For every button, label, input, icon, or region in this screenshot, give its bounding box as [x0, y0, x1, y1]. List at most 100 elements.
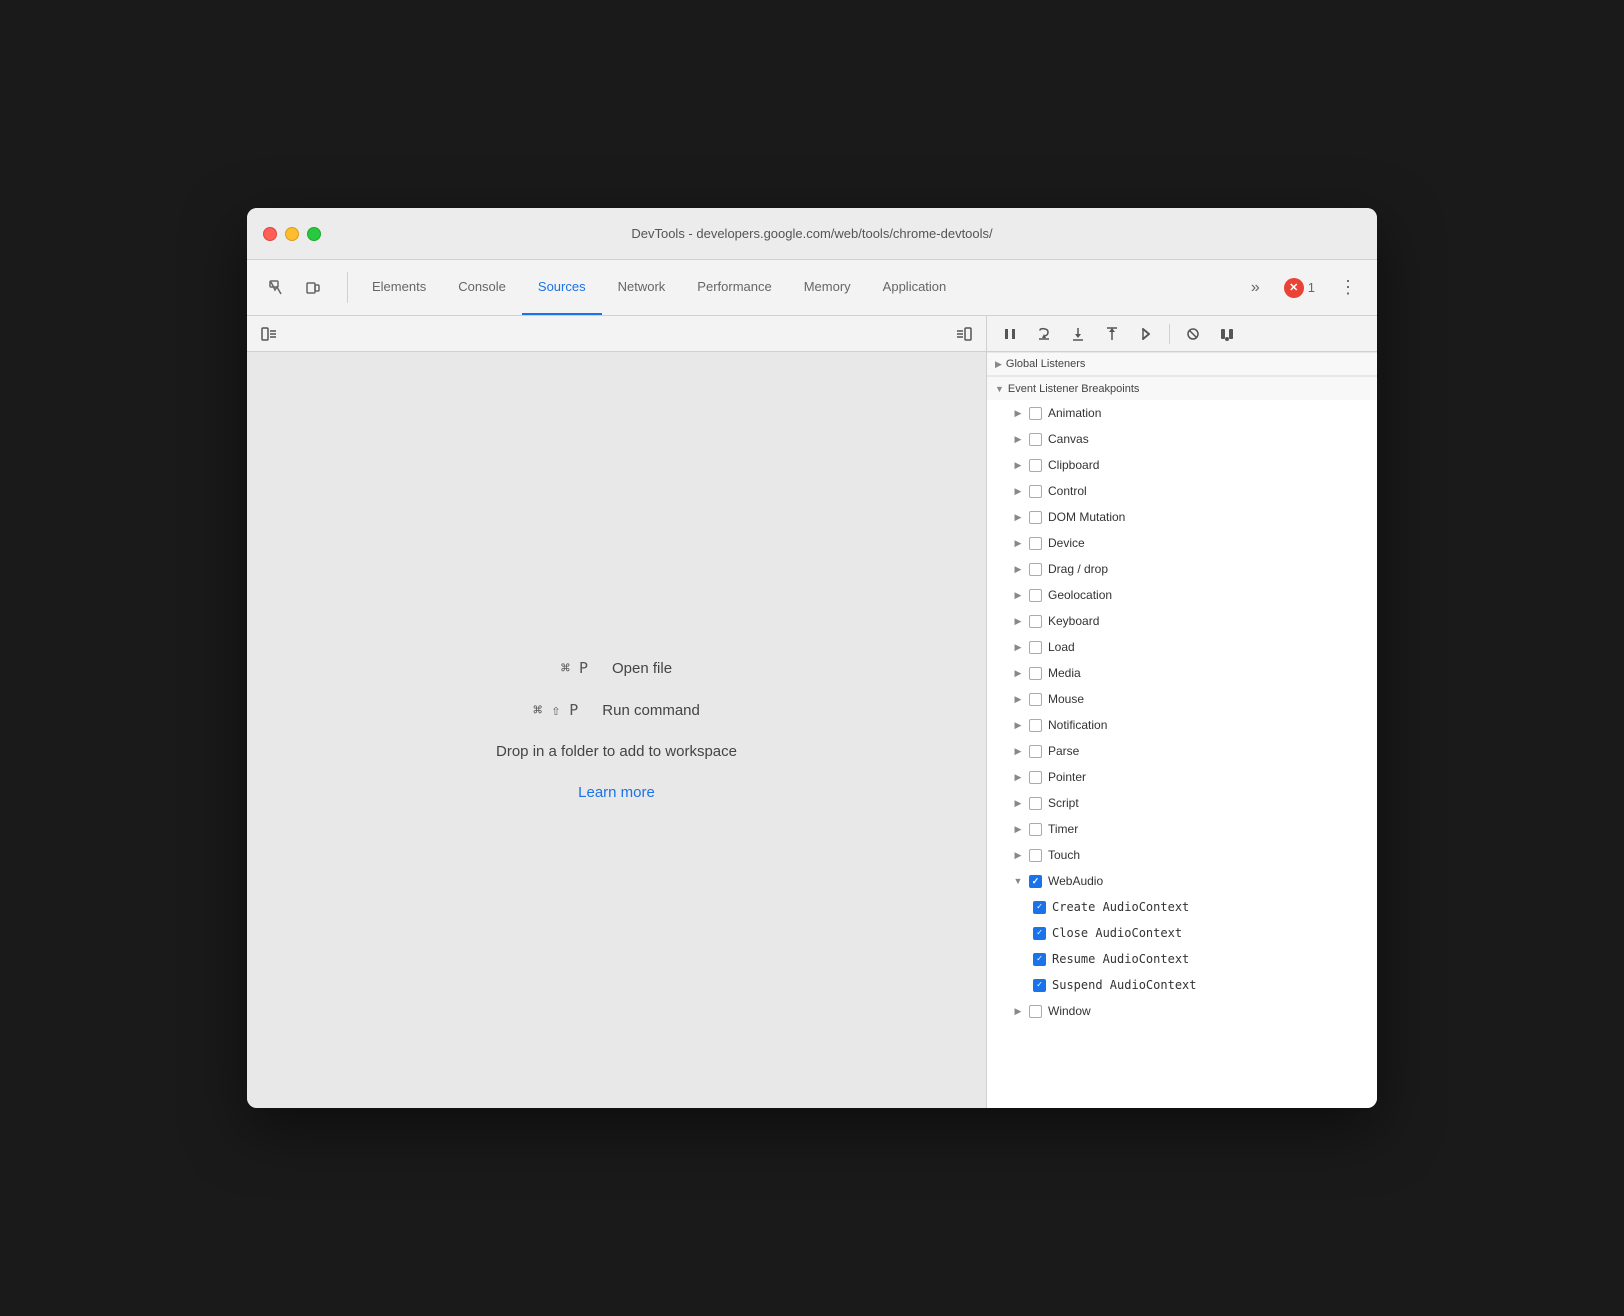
bp-resume-audiocontext-checkbox[interactable]	[1033, 953, 1046, 966]
event-listener-breakpoints-section[interactable]: ▼ Event Listener Breakpoints	[987, 376, 1377, 400]
bp-suspend-audiocontext[interactable]: Suspend AudioContext	[987, 972, 1377, 998]
bp-webaudio-checkbox[interactable]	[1029, 875, 1042, 888]
step-button[interactable]	[1131, 319, 1161, 349]
bp-canvas-expand[interactable]: ▶	[1011, 432, 1025, 446]
bp-load-expand[interactable]: ▶	[1011, 640, 1025, 654]
bp-touch[interactable]: ▶ Touch	[987, 842, 1377, 868]
bp-window-checkbox[interactable]	[1029, 1005, 1042, 1018]
bp-window-expand[interactable]: ▶	[1011, 1004, 1025, 1018]
bp-dom-mutation-checkbox[interactable]	[1029, 511, 1042, 524]
bp-notification-checkbox[interactable]	[1029, 719, 1042, 732]
bp-geolocation-expand[interactable]: ▶	[1011, 588, 1025, 602]
tab-memory[interactable]: Memory	[788, 260, 867, 315]
bp-parse-checkbox[interactable]	[1029, 745, 1042, 758]
bp-control-checkbox[interactable]	[1029, 485, 1042, 498]
bp-drag-drop-checkbox[interactable]	[1029, 563, 1042, 576]
error-badge-container[interactable]: ✕ 1	[1272, 260, 1327, 315]
bp-pointer-expand[interactable]: ▶	[1011, 770, 1025, 784]
tab-application[interactable]: Application	[867, 260, 963, 315]
bp-keyboard-checkbox[interactable]	[1029, 615, 1042, 628]
step-over-button[interactable]	[1029, 319, 1059, 349]
show-debugger-button[interactable]	[950, 320, 978, 348]
bp-control[interactable]: ▶ Control	[987, 478, 1377, 504]
bp-mouse-expand[interactable]: ▶	[1011, 692, 1025, 706]
bp-canvas-checkbox[interactable]	[1029, 433, 1042, 446]
devtools-window: DevTools - developers.google.com/web/too…	[247, 208, 1377, 1108]
tab-elements[interactable]: Elements	[356, 260, 442, 315]
bp-pointer[interactable]: ▶ Pointer	[987, 764, 1377, 790]
bp-notification[interactable]: ▶ Notification	[987, 712, 1377, 738]
bp-timer-checkbox[interactable]	[1029, 823, 1042, 836]
bp-device-checkbox[interactable]	[1029, 537, 1042, 550]
tab-sources[interactable]: Sources	[522, 260, 602, 315]
bp-drag-drop[interactable]: ▶ Drag / drop	[987, 556, 1377, 582]
bp-dom-mutation-expand[interactable]: ▶	[1011, 510, 1025, 524]
show-navigator-button[interactable]	[255, 320, 283, 348]
bp-media[interactable]: ▶ Media	[987, 660, 1377, 686]
bp-device-expand[interactable]: ▶	[1011, 536, 1025, 550]
bp-animation-expand[interactable]: ▶	[1011, 406, 1025, 420]
global-listeners-section[interactable]: ▶ Global Listeners	[987, 352, 1377, 376]
bp-geolocation[interactable]: ▶ Geolocation	[987, 582, 1377, 608]
bp-keyboard[interactable]: ▶ Keyboard	[987, 608, 1377, 634]
bp-geolocation-checkbox[interactable]	[1029, 589, 1042, 602]
bp-resume-audiocontext[interactable]: Resume AudioContext	[987, 946, 1377, 972]
bp-drag-drop-expand[interactable]: ▶	[1011, 562, 1025, 576]
global-listeners-arrow: ▶	[995, 359, 1002, 370]
more-tabs-button[interactable]: »	[1239, 260, 1272, 315]
step-into-button[interactable]	[1063, 319, 1093, 349]
tab-performance[interactable]: Performance	[681, 260, 787, 315]
bp-parse-expand[interactable]: ▶	[1011, 744, 1025, 758]
inspect-element-button[interactable]	[263, 274, 291, 302]
bp-control-expand[interactable]: ▶	[1011, 484, 1025, 498]
bp-script-expand[interactable]: ▶	[1011, 796, 1025, 810]
tabs-container: Elements Console Sources Network Perform…	[356, 260, 1239, 315]
bp-touch-expand[interactable]: ▶	[1011, 848, 1025, 862]
bp-window[interactable]: ▶ Window	[987, 998, 1377, 1024]
bp-keyboard-expand[interactable]: ▶	[1011, 614, 1025, 628]
tab-network[interactable]: Network	[602, 260, 682, 315]
bp-touch-checkbox[interactable]	[1029, 849, 1042, 862]
tab-console[interactable]: Console	[442, 260, 522, 315]
step-out-button[interactable]	[1097, 319, 1127, 349]
bp-device[interactable]: ▶ Device	[987, 530, 1377, 556]
bp-script[interactable]: ▶ Script	[987, 790, 1377, 816]
bp-parse[interactable]: ▶ Parse	[987, 738, 1377, 764]
learn-more-link[interactable]: Learn more	[578, 784, 655, 801]
bp-suspend-audiocontext-checkbox[interactable]	[1033, 979, 1046, 992]
pause-on-exception-button[interactable]	[1212, 319, 1242, 349]
bp-webaudio[interactable]: ▼ WebAudio	[987, 868, 1377, 894]
minimize-button[interactable]	[285, 227, 299, 241]
bp-animation[interactable]: ▶ Animation	[987, 400, 1377, 426]
bp-media-expand[interactable]: ▶	[1011, 666, 1025, 680]
bp-create-audiocontext[interactable]: Create AudioContext	[987, 894, 1377, 920]
bp-load[interactable]: ▶ Load	[987, 634, 1377, 660]
bp-pointer-checkbox[interactable]	[1029, 771, 1042, 784]
bp-webaudio-expand[interactable]: ▼	[1011, 874, 1025, 888]
bp-load-checkbox[interactable]	[1029, 641, 1042, 654]
bp-notification-expand[interactable]: ▶	[1011, 718, 1025, 732]
pause-button[interactable]	[995, 319, 1025, 349]
maximize-button[interactable]	[307, 227, 321, 241]
device-toggle-button[interactable]	[299, 274, 327, 302]
settings-button[interactable]: ⋮	[1327, 260, 1369, 315]
bp-clipboard[interactable]: ▶ Clipboard	[987, 452, 1377, 478]
debug-toolbar	[987, 316, 1377, 352]
bp-dom-mutation[interactable]: ▶ DOM Mutation	[987, 504, 1377, 530]
close-button[interactable]	[263, 227, 277, 241]
bp-clipboard-expand[interactable]: ▶	[1011, 458, 1025, 472]
bp-timer[interactable]: ▶ Timer	[987, 816, 1377, 842]
bp-animation-checkbox[interactable]	[1029, 407, 1042, 420]
bp-media-checkbox[interactable]	[1029, 667, 1042, 680]
deactivate-breakpoints-button[interactable]	[1178, 319, 1208, 349]
bp-create-audiocontext-checkbox[interactable]	[1033, 901, 1046, 914]
bp-timer-expand[interactable]: ▶	[1011, 822, 1025, 836]
bp-close-audiocontext[interactable]: Close AudioContext	[987, 920, 1377, 946]
bp-mouse-checkbox[interactable]	[1029, 693, 1042, 706]
bp-clipboard-checkbox[interactable]	[1029, 459, 1042, 472]
drop-folder-text: Drop in a folder to add to workspace	[496, 743, 737, 760]
bp-mouse[interactable]: ▶ Mouse	[987, 686, 1377, 712]
bp-close-audiocontext-checkbox[interactable]	[1033, 927, 1046, 940]
bp-canvas[interactable]: ▶ Canvas	[987, 426, 1377, 452]
bp-script-checkbox[interactable]	[1029, 797, 1042, 810]
